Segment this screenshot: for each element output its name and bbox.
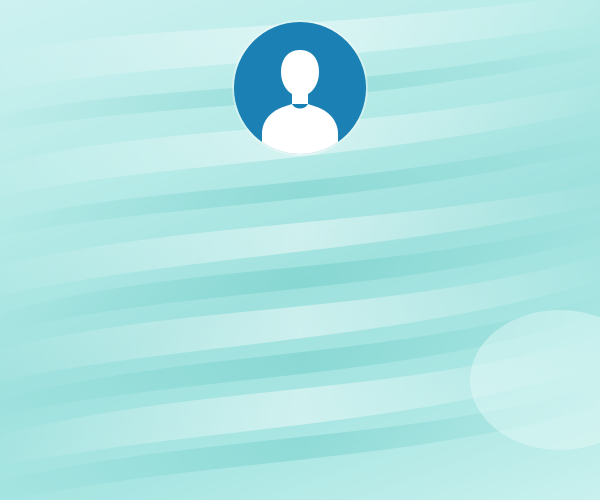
user-silhouette-icon bbox=[262, 50, 338, 154]
user-avatar[interactable] bbox=[234, 22, 366, 154]
login-screen bbox=[0, 0, 600, 500]
